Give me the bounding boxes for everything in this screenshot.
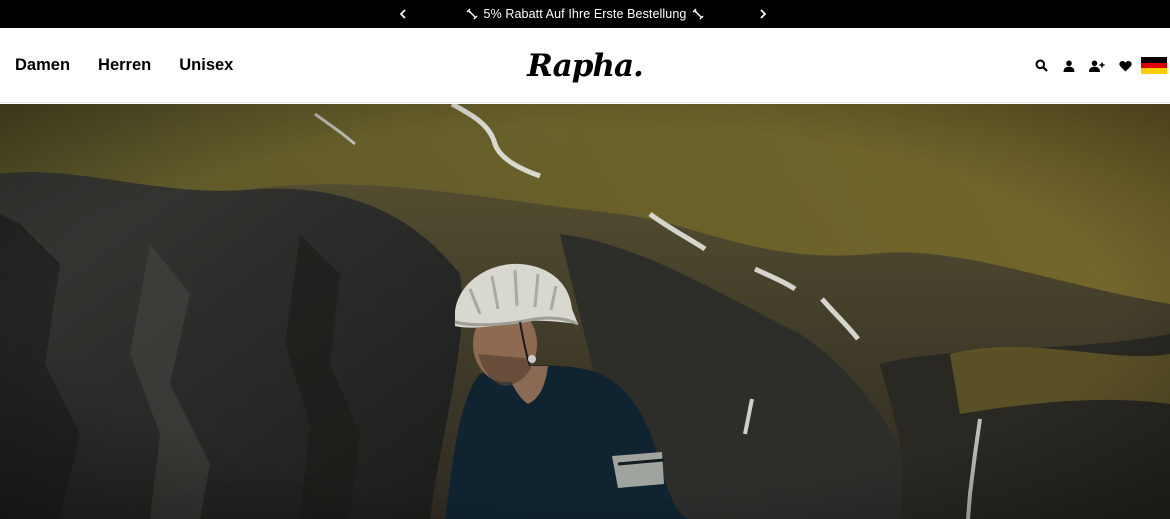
germany-flag-icon[interactable]	[1141, 57, 1167, 75]
site-header: Damen Herren Unisex Rapha.	[0, 28, 1170, 103]
rapha-logo[interactable]: Rapha.	[527, 40, 644, 92]
flag-stripe-gold	[1141, 68, 1167, 75]
promo-prev-button[interactable]	[393, 0, 413, 28]
account-icon	[1063, 60, 1075, 72]
search-icon	[1035, 59, 1048, 72]
promo-next-button[interactable]	[753, 0, 773, 28]
wishlist-button[interactable]	[1111, 52, 1139, 80]
header-actions	[1027, 28, 1170, 103]
tag-icon	[692, 8, 704, 20]
chevron-right-icon	[760, 9, 767, 19]
add-user-icon	[1089, 60, 1105, 72]
register-button[interactable]	[1083, 52, 1111, 80]
promo-bar: 5% Rabatt Auf Ihre Erste Bestellung	[0, 0, 1170, 28]
search-button[interactable]	[1027, 52, 1055, 80]
promo-message-wrap: 5% Rabatt Auf Ihre Erste Bestellung	[0, 0, 1170, 28]
promo-message[interactable]: 5% Rabatt Auf Ihre Erste Bestellung	[484, 7, 687, 21]
wishlist-heart-icon	[1118, 60, 1132, 71]
hero-image[interactable]	[0, 104, 1170, 519]
main-nav: Damen Herren Unisex	[15, 28, 233, 103]
tag-icon	[466, 8, 478, 20]
chevron-left-icon	[399, 9, 406, 19]
account-button[interactable]	[1055, 52, 1083, 80]
nav-item-herren[interactable]: Herren	[98, 56, 151, 75]
nav-item-unisex[interactable]: Unisex	[179, 56, 233, 75]
nav-item-damen[interactable]: Damen	[15, 56, 70, 75]
hero-vignette	[0, 104, 1170, 519]
